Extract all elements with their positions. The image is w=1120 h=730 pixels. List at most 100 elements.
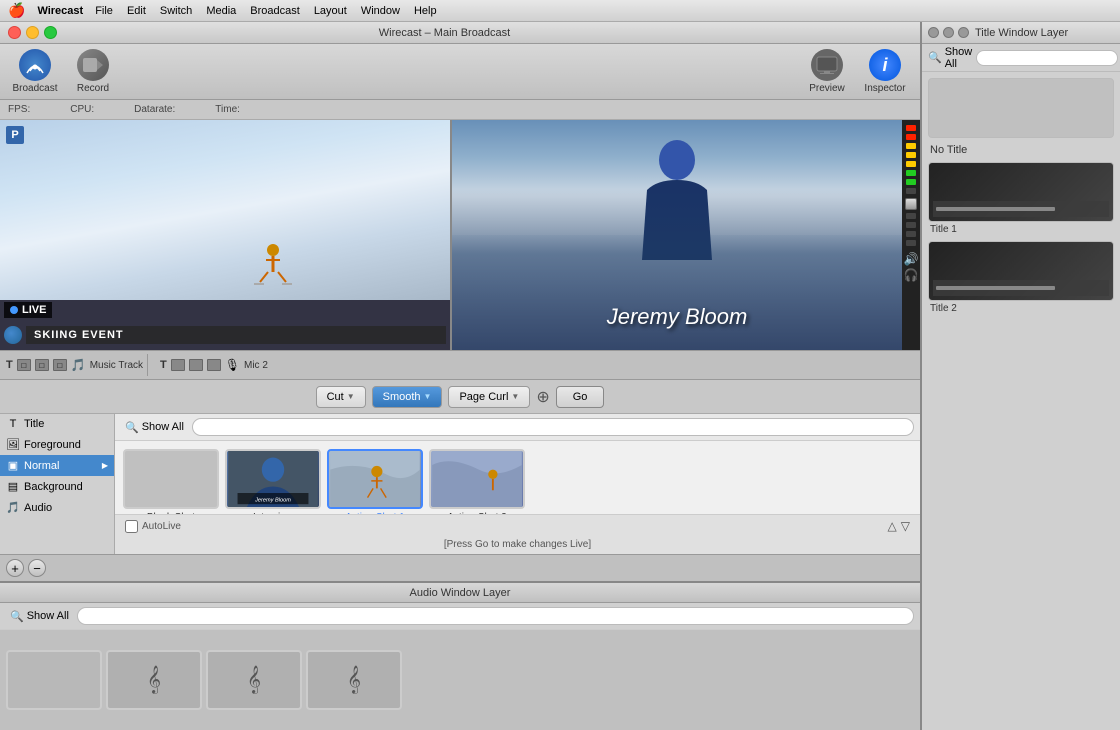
layer-down-button[interactable]: ▽ (901, 519, 910, 533)
layer-up-button[interactable]: △ (888, 519, 897, 533)
close-button[interactable] (8, 26, 21, 39)
layer-foreground[interactable]: 🖼 Foreground (0, 434, 114, 455)
source-icon-5 (189, 359, 203, 371)
audio-thumb-blank[interactable] (6, 650, 102, 710)
window-title: Wirecast – Main Broadcast (379, 27, 510, 39)
menu-layout[interactable]: Layout (314, 5, 347, 17)
menu-help[interactable]: Help (414, 5, 437, 17)
audio-thumb-1[interactable]: 𝄞 (106, 650, 202, 710)
source-icon-3: □ (53, 359, 67, 371)
background-layer-label: Background (24, 481, 83, 493)
normal-layer-label: Normal (24, 460, 59, 472)
menu-file[interactable]: File (95, 5, 113, 17)
title-1-thumbnail[interactable] (928, 162, 1114, 222)
shot-action2[interactable]: Action Shot 2 (429, 449, 525, 514)
headphone-icon[interactable]: 🎧 (904, 268, 919, 282)
audio-titlebar: Audio Window Layer (0, 583, 920, 603)
foreground-layer-label: Foreground (24, 439, 81, 451)
vu-yellow-1 (906, 143, 916, 149)
right-minimize-button[interactable] (943, 27, 954, 38)
broadcast-button[interactable]: Broadcast (8, 48, 62, 96)
menu-window[interactable]: Window (361, 5, 400, 17)
title-icon-left: T (6, 359, 13, 371)
audio-search-input[interactable] (77, 607, 914, 625)
audio-show-all-label: Show All (27, 610, 69, 622)
transition-bar: Cut ▼ Smooth ▼ Page Curl ▼ ⊕ Go (0, 380, 920, 414)
title-2-container: Title 2 (928, 241, 1114, 314)
layer-title[interactable]: T Title (0, 414, 114, 434)
menu-media[interactable]: Media (206, 5, 236, 17)
cpu-stat: CPU: (70, 104, 94, 115)
fps-label: FPS: (8, 104, 30, 115)
autolive-checkbox[interactable] (125, 520, 138, 533)
shot-interview[interactable]: Jeremy Bloom Interview (225, 449, 321, 514)
layer-background[interactable]: ▤ Background (0, 476, 114, 497)
title-2-label: Title 2 (928, 303, 1114, 314)
layer-arrows: △ ▽ (888, 519, 910, 533)
shot-blank[interactable]: Blank Shot (123, 449, 219, 514)
title-layer-icon: T (6, 418, 20, 430)
audio-layer-icon: 🎵 (6, 501, 20, 514)
vu-slider[interactable] (905, 198, 917, 210)
smooth-button[interactable]: Smooth ▼ (372, 386, 443, 408)
remove-shot-button[interactable]: − (28, 559, 46, 577)
ski-background (0, 120, 450, 300)
add-shot-button[interactable]: + (6, 559, 24, 577)
audio-thumb-2[interactable]: 𝄞 (206, 650, 302, 710)
shot-action1[interactable]: Action Shot 1 (327, 449, 423, 514)
right-panel: Title Window Layer 🔍 Show All No Title (920, 22, 1120, 730)
source-icon-4 (171, 359, 185, 371)
minimize-button[interactable] (26, 26, 39, 39)
show-all-search-icon: 🔍 (125, 421, 139, 434)
menu-switch[interactable]: Switch (160, 5, 192, 17)
live-text: LIVE (22, 304, 46, 316)
lower-third: Skiing Event (4, 326, 446, 344)
shot-search-input[interactable] (192, 418, 914, 436)
inspector-button[interactable]: i Inspector (858, 48, 912, 96)
preview-button[interactable]: Preview (800, 48, 854, 96)
right-search-input[interactable] (976, 50, 1118, 66)
app-body: Wirecast – Main Broadcast Broadcast (0, 22, 1120, 730)
title-blank-thumbnail[interactable] (928, 78, 1114, 138)
layer-normal[interactable]: ▣ Normal ▶ (0, 455, 114, 476)
layer-list: T Title 🖼 Foreground ▣ Normal ▶ ▤ Bac (0, 414, 115, 554)
action2-svg (431, 451, 523, 507)
source-icon-1: □ (17, 359, 31, 371)
pagecurl-button[interactable]: Page Curl ▼ (448, 386, 530, 408)
apple-menu[interactable]: 🍎 (8, 2, 25, 19)
inspector-icon: i (869, 49, 901, 81)
foreground-layer-icon: 🖼 (6, 438, 20, 451)
smooth-arrow: ▼ (424, 392, 432, 401)
vu-green-2 (906, 179, 916, 185)
cut-button[interactable]: Cut ▼ (316, 386, 366, 408)
music-icon: 🎵 (71, 358, 86, 372)
no-title-label: No Title (928, 144, 1114, 156)
magnifier-icon[interactable]: ⊕ (536, 387, 549, 407)
vu-yellow-2 (906, 152, 916, 158)
record-button[interactable]: Record (66, 48, 120, 96)
person-name: Jeremy Bloom (607, 304, 748, 330)
normal-layer-arrow: ▶ (102, 461, 108, 470)
title-1-container: Title 1 (928, 162, 1114, 235)
menu-broadcast[interactable]: Broadcast (250, 5, 300, 17)
menu-edit[interactable]: Edit (127, 5, 146, 17)
shot-action2-thumbnail (429, 449, 525, 509)
audio-thumb-3[interactable]: 𝄞 (306, 650, 402, 710)
title-2-bar (936, 286, 1055, 290)
title-layer-label: Title (24, 418, 44, 430)
menubar: 🍎 Wirecast File Edit Switch Media Broadc… (0, 0, 1120, 22)
right-close-button[interactable] (928, 27, 939, 38)
skier-figure (248, 240, 298, 290)
broadcast-label: Broadcast (12, 83, 57, 94)
go-button[interactable]: Go (556, 386, 605, 408)
right-show-all-button[interactable]: 🔍 Show All (928, 46, 972, 70)
right-zoom-button[interactable] (958, 27, 969, 38)
show-all-button[interactable]: 🔍 Show All (121, 419, 188, 436)
speaker-icon[interactable]: 🔊 (904, 252, 919, 266)
layer-audio[interactable]: 🎵 Audio (0, 497, 114, 518)
zoom-button[interactable] (44, 26, 57, 39)
mic-label: Mic 2 (244, 360, 268, 371)
audio-show-all-button[interactable]: 🔍 Show All (6, 608, 73, 625)
title-2-thumbnail[interactable] (928, 241, 1114, 301)
vu-yellow-3 (906, 161, 916, 167)
